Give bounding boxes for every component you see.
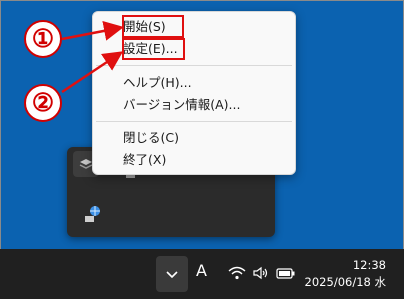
taskbar: A 12:38 2025/06/18 水 (0, 249, 404, 299)
chevron-down-icon (166, 271, 178, 279)
wifi-icon[interactable] (228, 266, 246, 280)
speaker-icon[interactable] (252, 266, 270, 280)
arrow-to-settings (61, 51, 124, 94)
callout-badge-one: ① (24, 20, 62, 58)
show-hidden-icons-button[interactable] (156, 256, 188, 292)
battery-icon[interactable] (276, 266, 296, 280)
arrow-to-start (61, 21, 124, 41)
clock-date: 2025/06/18 水 (304, 275, 386, 289)
callout-badge-two: ② (24, 84, 62, 122)
taskbar-clock[interactable]: 12:38 2025/06/18 水 (305, 257, 386, 291)
ime-indicator[interactable]: A (196, 261, 207, 280)
clock-time: 12:38 (352, 258, 386, 272)
